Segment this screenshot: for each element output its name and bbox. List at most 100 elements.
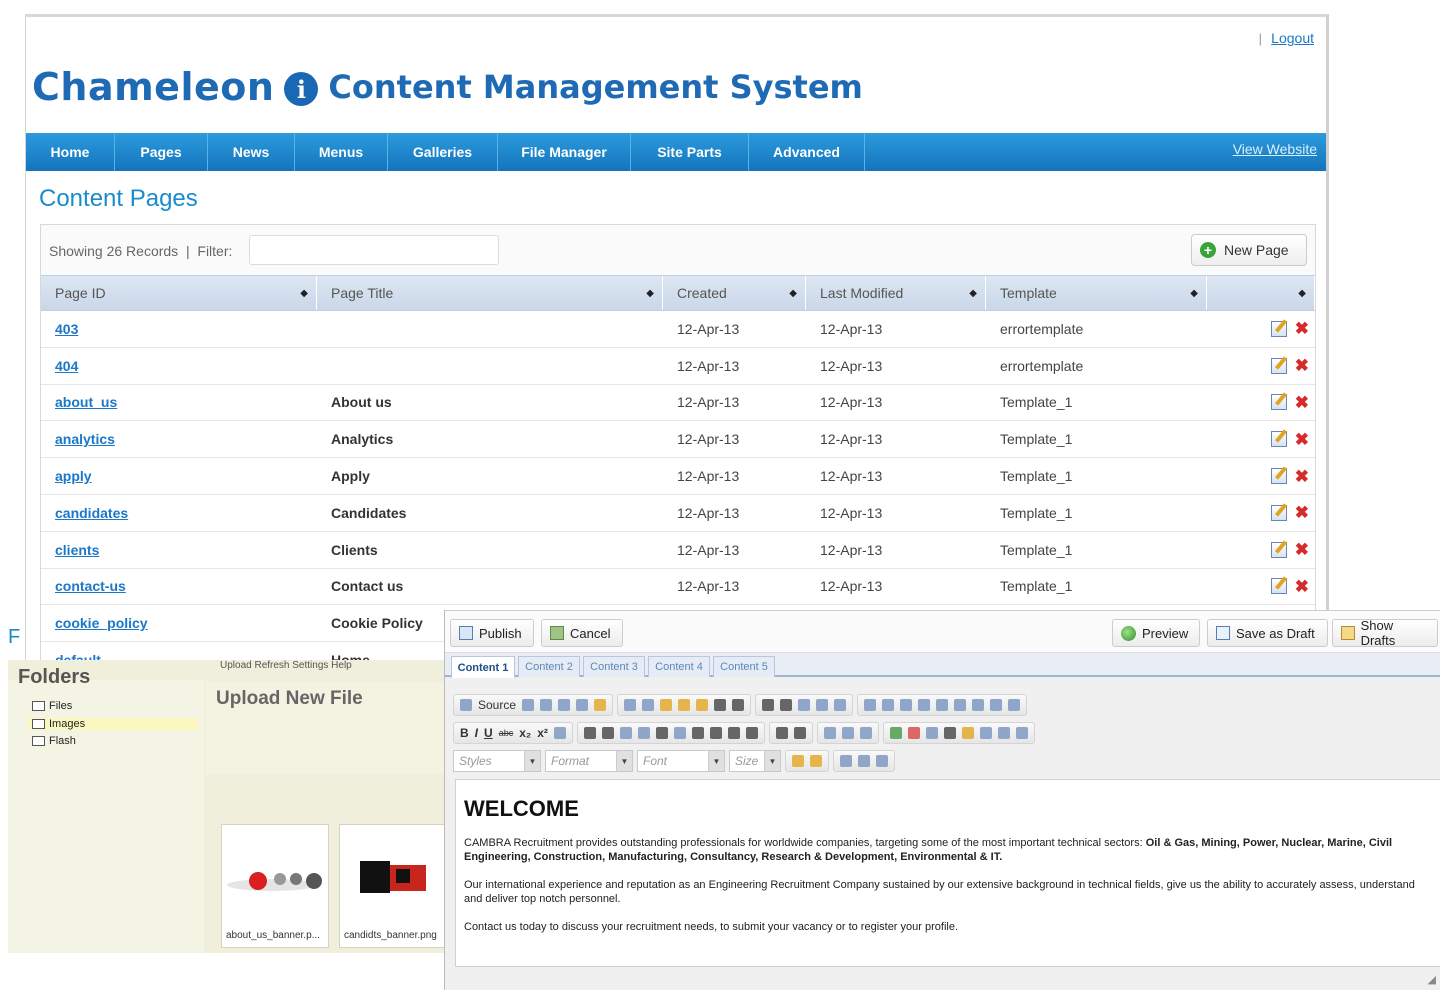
edit-icon[interactable] — [1270, 431, 1287, 448]
nav-galleries[interactable]: Galleries — [388, 133, 498, 171]
form-group[interactable] — [857, 694, 1028, 716]
page-title: Content Pages — [39, 185, 198, 212]
page-id-link[interactable]: apply — [55, 468, 92, 484]
page-id-link[interactable]: clients — [55, 542, 99, 558]
folders-sidebar: Files Images Flash — [8, 680, 204, 953]
page-title-text: Analytics — [331, 431, 394, 448]
source-button[interactable]: Source — [453, 694, 614, 716]
col-actions[interactable]: ◆ — [1207, 276, 1315, 310]
actions-cell: ✖ — [1207, 532, 1315, 568]
save-draft-button[interactable]: Save as Draft — [1207, 619, 1328, 647]
edit-icon[interactable] — [1270, 541, 1287, 558]
page-id-link[interactable]: about_us — [55, 394, 117, 410]
file-thumbnail[interactable]: candidts_banner.png — [339, 824, 444, 948]
col-page-id[interactable]: Page ID ◆ — [41, 276, 317, 310]
direction-group[interactable] — [768, 722, 813, 744]
file-thumbnail[interactable]: about_us_banner.p... — [221, 824, 329, 948]
nav-menus[interactable]: Menus — [295, 133, 388, 171]
delete-icon[interactable]: ✖ — [1295, 431, 1309, 448]
delete-icon[interactable]: ✖ — [1295, 541, 1309, 558]
edit-icon[interactable] — [1270, 504, 1287, 521]
delete-icon[interactable]: ✖ — [1295, 578, 1309, 595]
modified-cell: 12-Apr-13 — [820, 320, 883, 337]
nav-pages[interactable]: Pages — [115, 133, 208, 171]
edit-icon[interactable] — [1270, 394, 1287, 411]
editor-content-area[interactable]: WELCOME CAMBRA Recruitment provides outs… — [455, 779, 1440, 967]
resize-handle-icon[interactable]: ◢ — [1428, 973, 1436, 986]
tab-content-4[interactable]: Content 4 — [648, 656, 710, 677]
delete-icon[interactable]: ✖ — [1295, 468, 1309, 485]
logout-link[interactable]: Logout — [1271, 30, 1314, 46]
show-drafts-button[interactable]: Show Drafts — [1332, 618, 1438, 648]
delete-icon[interactable]: ✖ — [1295, 320, 1309, 337]
view-website-link[interactable]: View Website — [1233, 141, 1317, 157]
edit-icon[interactable] — [1270, 320, 1287, 337]
format-group[interactable]: B I Uabc x₂ x² — [453, 722, 573, 744]
page-id-link[interactable]: candidates — [55, 505, 128, 521]
template-cell: Template_1 — [1000, 431, 1073, 448]
page-id-link[interactable]: 403 — [55, 321, 78, 337]
clipboard-group[interactable] — [617, 694, 752, 716]
col-last-modified[interactable]: Last Modified ◆ — [806, 276, 986, 310]
nav-advanced[interactable]: Advanced — [749, 133, 865, 171]
folder-files[interactable]: Files — [32, 700, 72, 712]
page-title-text: About us — [331, 394, 392, 411]
col-template[interactable]: Template ◆ — [986, 276, 1207, 310]
link-group[interactable] — [816, 722, 879, 744]
font-select[interactable]: Font ▼ — [637, 750, 725, 772]
publish-button[interactable]: Publish — [450, 619, 534, 647]
cancel-icon — [550, 626, 564, 640]
delete-icon[interactable]: ✖ — [1295, 357, 1309, 374]
tab-content-3[interactable]: Content 3 — [583, 656, 645, 677]
delete-icon[interactable]: ✖ — [1295, 394, 1309, 411]
folder-images[interactable]: Images — [28, 718, 198, 730]
edit-icon[interactable] — [1270, 357, 1287, 374]
col-page-title[interactable]: Page Title ◆ — [317, 276, 663, 310]
italic-icon: I — [474, 726, 479, 740]
page-id-link[interactable]: cookie_policy — [55, 615, 148, 631]
page-id-link[interactable]: analytics — [55, 431, 115, 447]
filter-input[interactable] — [249, 235, 499, 265]
format-select[interactable]: Format ▼ — [545, 750, 633, 772]
justify-icon — [745, 727, 758, 739]
tab-content-1[interactable]: Content 1 — [451, 656, 515, 678]
color-group[interactable] — [785, 750, 829, 772]
special-char-icon — [979, 727, 992, 739]
fm-toolbar[interactable]: Upload Refresh Settings Help — [204, 660, 444, 680]
edit-icon[interactable] — [1270, 468, 1287, 485]
preview-button[interactable]: Preview — [1112, 619, 1200, 647]
strike-icon: abc — [498, 728, 514, 738]
insert-group[interactable] — [882, 722, 1035, 744]
tab-content-5[interactable]: Content 5 — [713, 656, 775, 677]
col-label: Page Title — [331, 285, 394, 301]
size-select[interactable]: Size ▼ — [729, 750, 781, 772]
new-page-button[interactable]: + New Page — [1191, 234, 1307, 266]
unlink-icon — [841, 727, 854, 739]
nav-home[interactable]: Home — [26, 133, 115, 171]
page-id-link[interactable]: contact-us — [55, 578, 126, 594]
cancel-button[interactable]: Cancel — [541, 619, 623, 647]
created-cell: 12-Apr-13 — [677, 504, 740, 521]
pagebreak-icon — [997, 727, 1010, 739]
nav-news[interactable]: News — [208, 133, 295, 171]
indent-icon — [637, 727, 650, 739]
page-title-text: Candidates — [331, 504, 407, 521]
paragraph-text: CAMBRA Recruitment provides outstanding … — [464, 837, 1146, 849]
blockquote-icon — [655, 727, 668, 739]
col-created[interactable]: Created ◆ — [663, 276, 806, 310]
nav-site-parts[interactable]: Site Parts — [631, 133, 749, 171]
styles-select[interactable]: Styles ▼ — [453, 750, 541, 772]
edit-icon[interactable] — [1270, 578, 1287, 595]
delete-icon[interactable]: ✖ — [1295, 504, 1309, 521]
toolbar-row-2: B I Uabc x₂ x² — [453, 721, 1035, 745]
folder-flash[interactable]: Flash — [32, 735, 76, 747]
flash-icon — [907, 727, 920, 739]
tools-group[interactable] — [833, 750, 895, 772]
separator: | — [1258, 31, 1262, 46]
tab-content-2[interactable]: Content 2 — [518, 656, 580, 677]
nav-file-manager[interactable]: File Manager — [498, 133, 631, 171]
page-id-link[interactable]: 404 — [55, 358, 78, 374]
template-cell: Template_1 — [1000, 394, 1073, 411]
find-group[interactable] — [755, 694, 854, 716]
list-group[interactable] — [576, 722, 765, 744]
